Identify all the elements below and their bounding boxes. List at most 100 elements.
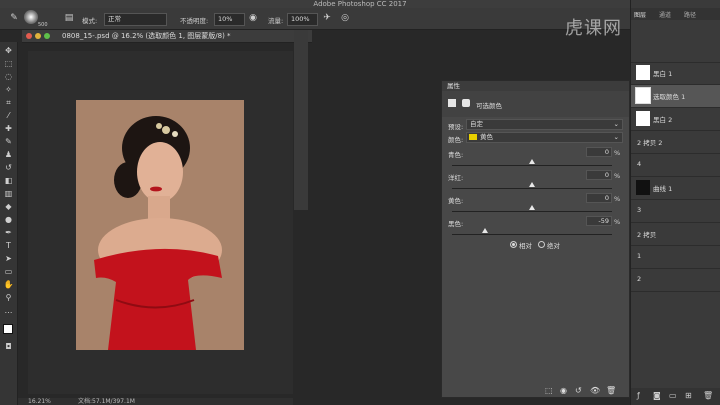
visibility-eye-icon[interactable]: 👁 (590, 386, 600, 395)
move-tool-icon[interactable]: ✥ (2, 46, 15, 56)
vertical-scrollbar[interactable] (294, 30, 308, 210)
path-select-tool-icon[interactable]: ➤ (2, 254, 15, 264)
gradient-tool-icon[interactable]: ▥ (2, 189, 15, 199)
brush-tool-icon[interactable]: ✎ (8, 13, 20, 23)
chevron-down-icon: ⌄ (613, 133, 619, 141)
magenta-unit: % (614, 172, 621, 180)
color-swatch (469, 134, 477, 140)
marquee-tool-icon[interactable]: ⬚ (2, 59, 15, 69)
fx-icon[interactable]: ƒ (637, 391, 640, 400)
properties-header: 属性 (442, 81, 629, 91)
preset-label: 预设: (448, 123, 464, 131)
layers-tab-bar: 图层 通道 路径 (631, 8, 720, 20)
foreground-color-icon[interactable] (3, 324, 13, 334)
pressure-opacity-icon[interactable]: ◉ (248, 13, 258, 23)
preset-value: 自定 (470, 120, 483, 128)
quick-mask-icon[interactable]: ◘ (2, 342, 15, 352)
black-value[interactable]: -59 (586, 216, 612, 226)
layer-row[interactable]: 1 (631, 246, 720, 269)
document-tab[interactable]: 0808_15-.psd @ 16.2% (选取颜色 1, 图层蒙版/8) * (22, 30, 312, 43)
relative-radio[interactable] (510, 241, 517, 248)
cyan-value[interactable]: 0 (586, 147, 612, 157)
crop-tool-icon[interactable]: ⌗ (2, 98, 15, 108)
pen-tool-icon[interactable]: ✒ (2, 228, 15, 238)
layer-row[interactable]: 黑白 2 (631, 108, 720, 131)
airbrush-icon[interactable]: ✈ (322, 13, 332, 23)
magenta-slider-track[interactable] (452, 188, 612, 189)
eyedropper-tool-icon[interactable]: ⁄ (2, 111, 15, 121)
toolbar: ✥ ⬚ ◌ ✧ ⌗ ⁄ ✚ ✎ ♟ ↺ ◧ ▥ ◆ ● ✒ T ➤ ▭ ✋ ⚲ … (0, 42, 18, 405)
hand-tool-icon[interactable]: ✋ (2, 280, 15, 290)
cyan-slider-track[interactable] (452, 165, 612, 166)
dodge-tool-icon[interactable]: ● (2, 215, 15, 225)
panel-type-label: 可选颜色 (476, 102, 502, 110)
layer-row[interactable]: 2 (631, 269, 720, 292)
layer-row[interactable]: 2 拷贝 2 (631, 131, 720, 154)
app-title: Adobe Photoshop CC 2017 (313, 0, 407, 8)
zoom-level[interactable]: 16.21% (28, 398, 51, 405)
reset-icon[interactable]: ↺ (575, 386, 582, 395)
preset-dropdown[interactable]: 自定 ⌄ (466, 119, 623, 130)
brush-tool-icon[interactable]: ✎ (2, 137, 15, 147)
zoom-tool-icon[interactable]: ⚲ (2, 293, 15, 303)
yellow-value[interactable]: 0 (586, 193, 612, 203)
delete-layer-icon[interactable]: 🗑 (703, 391, 713, 400)
maximize-window-icon[interactable] (44, 33, 50, 39)
eraser-tool-icon[interactable]: ◧ (2, 176, 15, 186)
type-tool-icon[interactable]: T (2, 241, 15, 251)
document-image[interactable] (76, 100, 244, 350)
healing-tool-icon[interactable]: ✚ (2, 124, 15, 134)
document-title: 0808_15-.psd @ 16.2% (选取颜色 1, 图层蒙版/8) * (62, 32, 231, 40)
stamp-tool-icon[interactable]: ♟ (2, 150, 15, 160)
mode-select[interactable]: 正常 (104, 13, 167, 26)
shape-tool-icon[interactable]: ▭ (2, 267, 15, 277)
layer-row-selected[interactable]: 选取颜色 1 (631, 85, 720, 108)
yellow-slider-thumb[interactable] (529, 205, 535, 210)
clip-to-layer-icon[interactable]: ⬚ (545, 386, 553, 395)
close-window-icon[interactable] (26, 33, 32, 39)
yellow-label: 黄色: (448, 197, 464, 205)
magenta-value[interactable]: 0 (586, 170, 612, 180)
layer-name: 1 (637, 252, 642, 260)
lasso-tool-icon[interactable]: ◌ (2, 72, 15, 82)
black-slider-thumb[interactable] (481, 228, 488, 233)
absolute-label: 绝对 (547, 242, 560, 250)
cyan-slider-thumb[interactable] (529, 159, 535, 164)
properties-type-bar: 可选颜色 (442, 91, 629, 117)
layers-panel: 图层 通道 路径 黑白 1 选取颜色 1 黑白 2 2 拷贝 2 4 曲线 1 … (630, 0, 720, 405)
brush-preview-icon[interactable] (24, 10, 38, 24)
colors-dropdown[interactable]: 黄色 ⌄ (466, 132, 623, 143)
add-mask-icon[interactable]: ◙ (653, 391, 661, 400)
new-layer-icon[interactable]: ⊞ (685, 391, 692, 400)
black-slider-track[interactable] (452, 234, 612, 235)
minimize-window-icon[interactable] (35, 33, 41, 39)
opacity-input[interactable]: 10% (214, 13, 245, 26)
history-brush-tool-icon[interactable]: ↺ (2, 163, 15, 173)
layer-row[interactable]: 4 (631, 154, 720, 177)
quick-select-tool-icon[interactable]: ✧ (2, 85, 15, 95)
layer-row[interactable]: 2 拷贝 (631, 223, 720, 246)
layer-row[interactable]: 曲线 1 (631, 177, 720, 200)
layer-row[interactable]: 黑白 1 (631, 62, 720, 85)
layer-mask-thumbnail (636, 180, 650, 195)
trash-icon[interactable]: 🗑 (606, 386, 616, 395)
tab-channels[interactable]: 通道 (659, 10, 671, 19)
more-tools-icon[interactable]: … (2, 306, 15, 316)
yellow-slider-track[interactable] (452, 211, 612, 212)
black-unit: % (614, 218, 621, 226)
tab-layers[interactable]: 图层 (634, 10, 646, 19)
brush-panel-icon[interactable]: ▤ (64, 13, 74, 23)
tab-paths[interactable]: 路径 (684, 10, 696, 19)
properties-title: 属性 (447, 82, 460, 90)
magenta-slider-thumb[interactable] (529, 182, 535, 187)
adjustment-icon[interactable] (448, 99, 456, 107)
layer-mask-thumbnail (636, 65, 650, 80)
view-previous-icon[interactable]: ◉ (560, 386, 567, 395)
layer-row[interactable]: 3 (631, 200, 720, 223)
pressure-size-icon[interactable]: ◎ (340, 13, 350, 23)
blur-tool-icon[interactable]: ◆ (2, 202, 15, 212)
flow-input[interactable]: 100% (287, 13, 318, 26)
folder-icon[interactable]: ▭ (669, 391, 677, 400)
absolute-radio[interactable] (538, 241, 545, 248)
mask-icon[interactable] (462, 99, 470, 107)
